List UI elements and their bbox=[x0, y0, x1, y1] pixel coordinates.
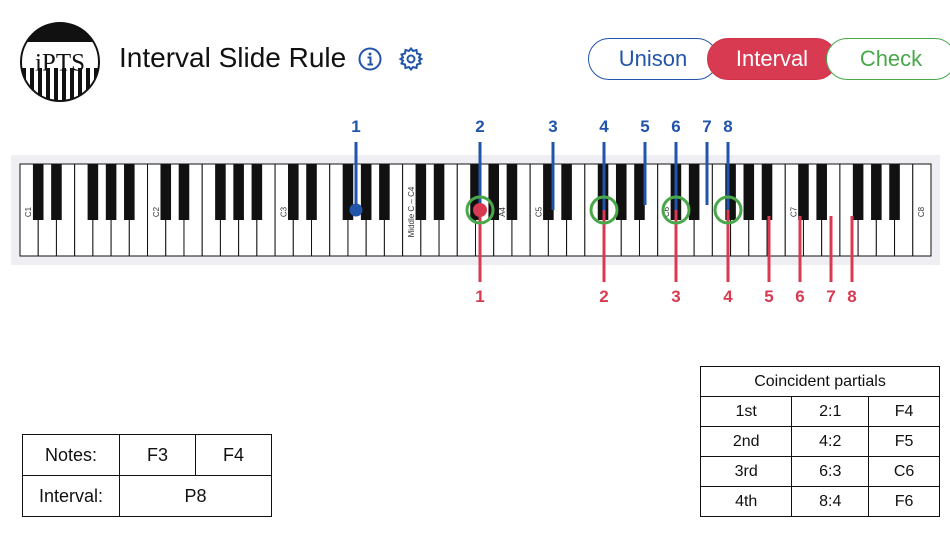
table-row: 2nd 4:2 F5 bbox=[699, 426, 940, 457]
bottom-partial-label: 8 bbox=[847, 287, 856, 306]
top-partial-label: 1 bbox=[351, 117, 360, 136]
partial-ratio: 4:2 bbox=[791, 426, 870, 457]
black-key[interactable] bbox=[852, 164, 864, 220]
black-key[interactable] bbox=[178, 164, 190, 220]
top-partial-label: 4 bbox=[599, 117, 609, 136]
black-key[interactable] bbox=[379, 164, 390, 220]
black-key[interactable] bbox=[124, 164, 135, 220]
black-key[interactable] bbox=[798, 164, 809, 220]
octave-label: C5 bbox=[534, 206, 543, 217]
black-key[interactable] bbox=[688, 164, 700, 220]
bottom-partial-label: 4 bbox=[723, 287, 733, 306]
partial-note: F6 bbox=[868, 486, 940, 517]
table-row: 4th 8:4 F6 bbox=[699, 486, 940, 517]
black-key[interactable] bbox=[415, 164, 427, 220]
octave-label: C2 bbox=[152, 206, 161, 217]
bottom-partial-label: 1 bbox=[475, 287, 484, 306]
partial-ordinal: 4th bbox=[699, 486, 793, 517]
bottom-partial-label: 6 bbox=[795, 287, 804, 306]
partial-ordinal: 2nd bbox=[699, 426, 793, 457]
interval-label: Interval: bbox=[22, 475, 120, 517]
black-key[interactable] bbox=[105, 164, 117, 220]
table-row: 3rd 6:3 C6 bbox=[699, 456, 940, 487]
black-key[interactable] bbox=[561, 164, 572, 220]
black-key[interactable] bbox=[160, 164, 172, 220]
octave-label: Middle C – C4 bbox=[407, 186, 416, 237]
note-2: F4 bbox=[195, 434, 272, 476]
top-partial-label: 6 bbox=[671, 117, 680, 136]
octave-label: C7 bbox=[789, 206, 798, 217]
black-key[interactable] bbox=[816, 164, 827, 220]
fundamental-dot-blue[interactable] bbox=[349, 203, 363, 217]
partial-ratio: 6:3 bbox=[791, 456, 870, 487]
black-key[interactable] bbox=[288, 164, 299, 220]
top-partial-label: 7 bbox=[702, 117, 711, 136]
partial-ordinal: 3rd bbox=[699, 456, 793, 487]
black-key[interactable] bbox=[251, 164, 263, 220]
black-key[interactable] bbox=[433, 164, 445, 220]
partial-note: F4 bbox=[868, 396, 940, 427]
top-partial-label: 5 bbox=[640, 117, 649, 136]
interval-value: P8 bbox=[119, 475, 272, 517]
bottom-partial-label: 5 bbox=[764, 287, 773, 306]
octave-label: C8 bbox=[917, 206, 926, 217]
black-key[interactable] bbox=[233, 164, 244, 220]
piano-keyboard[interactable]: C1 C2 C3 Middle C – C4 A4 C5 C6 C7 C8 1 2 3 4 bbox=[0, 0, 950, 320]
fundamental-dot-red[interactable] bbox=[473, 203, 487, 217]
notes-label: Notes: bbox=[22, 434, 120, 476]
black-key[interactable] bbox=[871, 164, 882, 220]
black-key[interactable] bbox=[32, 164, 44, 220]
black-key[interactable] bbox=[889, 164, 900, 220]
black-key[interactable] bbox=[761, 164, 773, 220]
table-row: 1st 2:1 F4 bbox=[699, 396, 940, 427]
notes-table: Notes: F3 F4 Interval: P8 bbox=[22, 434, 272, 517]
octave-label: C3 bbox=[279, 206, 288, 217]
black-key[interactable] bbox=[506, 164, 518, 220]
partial-ordinal: 1st bbox=[699, 396, 793, 427]
bottom-partial-label: 2 bbox=[599, 287, 608, 306]
black-key[interactable] bbox=[743, 164, 755, 220]
note-1: F3 bbox=[119, 434, 196, 476]
partial-note: F5 bbox=[868, 426, 940, 457]
black-key[interactable] bbox=[215, 164, 226, 220]
bottom-partial-label: 7 bbox=[826, 287, 835, 306]
coincident-header: Coincident partials bbox=[700, 366, 940, 397]
black-key[interactable] bbox=[51, 164, 62, 220]
top-partial-label: 8 bbox=[723, 117, 732, 136]
black-key[interactable] bbox=[360, 164, 372, 220]
coincident-partials-table: Coincident partials 1st 2:1 F4 2nd 4:2 F… bbox=[699, 366, 940, 517]
black-key[interactable] bbox=[634, 164, 645, 220]
top-partial-label: 2 bbox=[475, 117, 484, 136]
octave-label: C1 bbox=[24, 206, 33, 217]
partial-ratio: 2:1 bbox=[791, 396, 870, 427]
octave-label: A4 bbox=[498, 207, 507, 217]
bottom-partial-label: 3 bbox=[671, 287, 680, 306]
top-partial-label: 3 bbox=[548, 117, 557, 136]
black-key[interactable] bbox=[87, 164, 99, 220]
partial-note: C6 bbox=[868, 456, 940, 487]
black-key[interactable] bbox=[306, 164, 317, 220]
partial-ratio: 8:4 bbox=[791, 486, 870, 517]
